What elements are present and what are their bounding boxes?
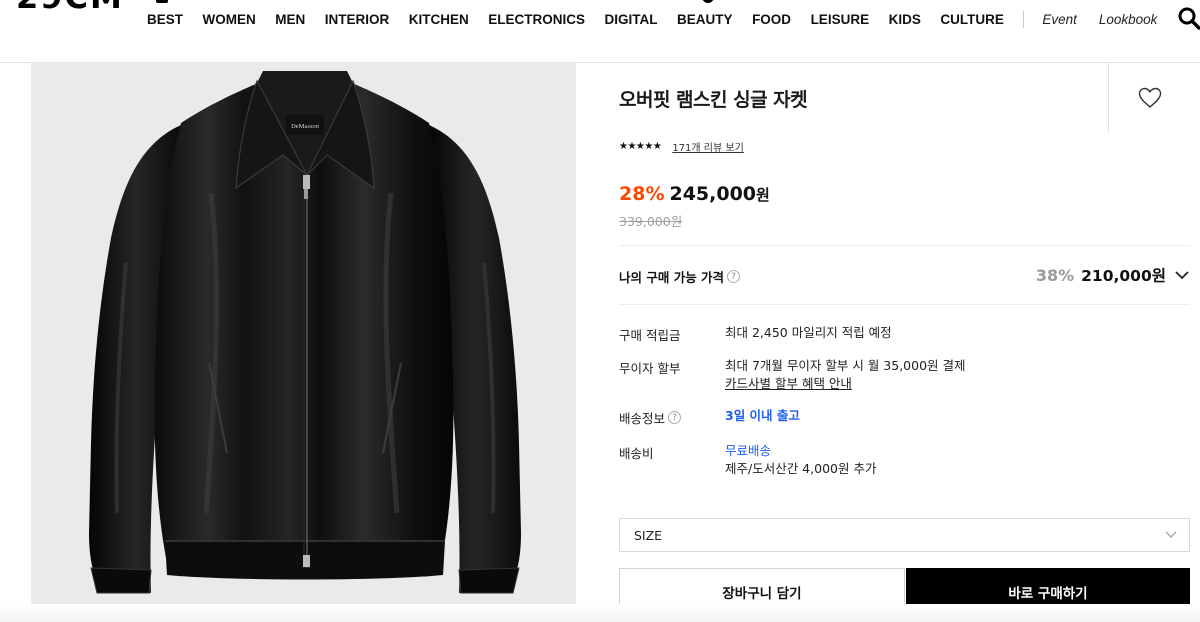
- my-price-value: 210,000원: [1081, 267, 1166, 285]
- divider: [619, 304, 1190, 305]
- shipping-info: 무료배송 제주/도서산간 4,000원 추가: [725, 442, 876, 478]
- nav-item-kids[interactable]: KIDS: [889, 12, 921, 27]
- delivery-value: 3일 이내 출고: [725, 408, 800, 423]
- nav-item-women[interactable]: WOMEN: [203, 12, 256, 27]
- nav-item-interior[interactable]: INTERIOR: [325, 12, 390, 27]
- delivery-label: 배송정보 ?: [619, 408, 682, 427]
- nav-item-lookbook[interactable]: Lookbook: [1099, 12, 1158, 27]
- help-icon[interactable]: ?: [727, 270, 741, 283]
- nav-divider: [1023, 10, 1025, 28]
- chevron-down-icon: [1165, 531, 1177, 538]
- nav-item-best[interactable]: BEST: [147, 12, 183, 27]
- nav-item-culture[interactable]: CULTURE: [940, 12, 1004, 27]
- nav-item-beauty[interactable]: BEAUTY: [677, 12, 733, 27]
- product-title: 오버핏 램스킨 싱글 자켓: [619, 89, 808, 111]
- divider: [619, 245, 1190, 246]
- logo-fragment: [156, 0, 168, 3]
- review-link[interactable]: 171개 리뷰 보기: [672, 139, 743, 154]
- delivery-label-text: 배송정보: [619, 411, 666, 426]
- shipping-note: 제주/도서산간 4,000원 추가: [725, 461, 877, 476]
- brand-tag: DeMasson: [291, 123, 320, 130]
- logo-fragment: [702, 0, 714, 3]
- site-logo[interactable]: 29CM: [16, 0, 124, 16]
- installment-benefit-link[interactable]: 카드사별 할부 혜택 안내: [725, 375, 966, 393]
- rating-stars: ★★★★★: [619, 141, 662, 152]
- site-header: 29CM BEST WOMEN MEN INTERIOR KITCHEN ELE…: [0, 0, 1200, 63]
- rating-row: ★★★★★ 171개 리뷰 보기: [619, 139, 744, 154]
- points-label: 구매 적립금: [619, 328, 681, 343]
- installment-value: 최대 7개월 무이자 할부 시 월 35,000원 결제: [725, 358, 966, 373]
- price-row: 28% 245,000 원: [619, 183, 770, 205]
- points-value: 최대 2,450 마일리지 적립 예정: [725, 325, 892, 340]
- wishlist-area: [1108, 63, 1190, 134]
- page-bottom-edge: [0, 604, 1200, 622]
- help-icon[interactable]: ?: [668, 411, 682, 424]
- sale-price: 245,000: [669, 183, 757, 205]
- product-image[interactable]: DeMasson: [31, 63, 576, 604]
- my-price-label: 나의 구매 가능 가격 ?: [619, 267, 741, 286]
- shipping-value: 무료배송: [725, 443, 772, 458]
- nav-item-digital[interactable]: DIGITAL: [605, 12, 658, 27]
- original-price: 339,000원: [619, 214, 683, 229]
- shipping-label: 배송비: [619, 446, 654, 461]
- size-select[interactable]: SIZE: [619, 518, 1190, 552]
- my-price-discount: 38%: [1035, 265, 1075, 285]
- installment-label: 무이자 할부: [619, 361, 681, 376]
- size-select-value: SIZE: [634, 528, 663, 543]
- nav-item-electronics[interactable]: ELECTRONICS: [488, 12, 585, 27]
- category-nav: BEST WOMEN MEN INTERIOR KITCHEN ELECTRON…: [147, 10, 1179, 28]
- chevron-down-icon[interactable]: [1174, 269, 1190, 281]
- search-icon[interactable]: [1177, 6, 1200, 30]
- nav-item-food[interactable]: FOOD: [752, 12, 791, 27]
- installment-info: 최대 7개월 무이자 할부 시 월 35,000원 결제 카드사별 할부 혜택 …: [725, 357, 966, 393]
- nav-item-kitchen[interactable]: KITCHEN: [409, 12, 469, 27]
- my-price-toggle[interactable]: 38% 210,000원: [1036, 264, 1190, 286]
- nav-item-event[interactable]: Event: [1042, 12, 1077, 27]
- heart-icon[interactable]: [1138, 87, 1162, 109]
- my-price-label-text: 나의 구매 가능 가격: [619, 270, 725, 285]
- nav-item-men[interactable]: MEN: [275, 12, 305, 27]
- currency-unit: 원: [756, 186, 770, 204]
- leather-jacket-illustration: DeMasson: [89, 71, 521, 594]
- nav-item-leisure[interactable]: LEISURE: [811, 12, 870, 27]
- discount-rate: 28%: [619, 183, 665, 205]
